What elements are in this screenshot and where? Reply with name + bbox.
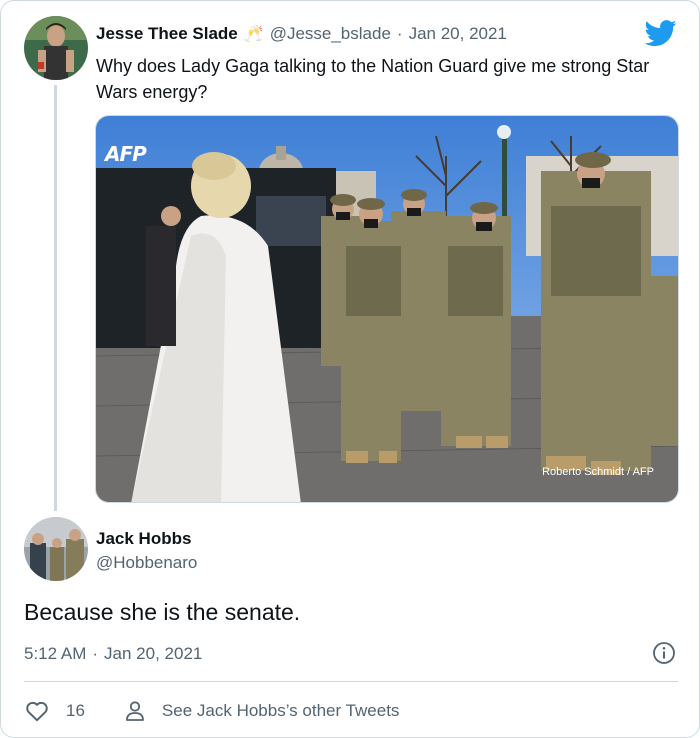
separator-dot: · [396,24,403,43]
author-name[interactable]: Jesse Thee Slade [96,24,238,44]
reply-author-handle[interactable]: @Hobbenaro [96,553,197,573]
separator-dot: · [92,644,99,663]
jesse-avatar[interactable] [24,16,88,80]
reply-author-name[interactable]: Jack Hobbs [96,529,191,549]
reply-date[interactable]: Jan 20, 2021 [104,644,202,664]
like-count[interactable]: 16 [66,701,85,721]
embedded-tweet-card: Jesse Thee Slade 🥂 @Jesse_bslade · Jan 2… [0,0,700,738]
thread-connector-line [54,85,57,511]
info-icon[interactable] [652,641,676,665]
reply-timestamp[interactable]: 5:12 AM · Jan 20, 2021 [24,642,202,666]
photo-credit: Roberto Schmidt / AFP [542,466,654,478]
actions-divider [24,681,678,682]
twitter-bird-icon[interactable] [644,17,677,49]
tweet-photo[interactable]: AFP Roberto Schmidt / AFP [95,115,679,503]
parent-tweet-header: Jesse Thee Slade 🥂 @Jesse_bslade · Jan 2… [96,22,507,46]
name-emoji: 🥂 [243,26,264,43]
tweet-date[interactable]: Jan 20, 2021 [409,24,507,44]
reply-tweet-text: Because she is the senate. [24,599,301,625]
jack-avatar[interactable] [24,517,88,581]
reply-time[interactable]: 5:12 AM [24,644,86,664]
tweet-actions-bar: 16 See Jack Hobbs’s other Tweets [24,697,399,725]
afp-logo: AFP [105,142,147,166]
see-other-tweets-link[interactable]: See Jack Hobbs’s other Tweets [162,701,400,721]
heart-icon[interactable] [24,698,50,724]
author-handle[interactable]: @Jesse_bslade [270,24,391,44]
parent-tweet-text: Why does Lady Gaga talking to the Nation… [96,56,650,102]
person-icon[interactable] [85,699,147,723]
